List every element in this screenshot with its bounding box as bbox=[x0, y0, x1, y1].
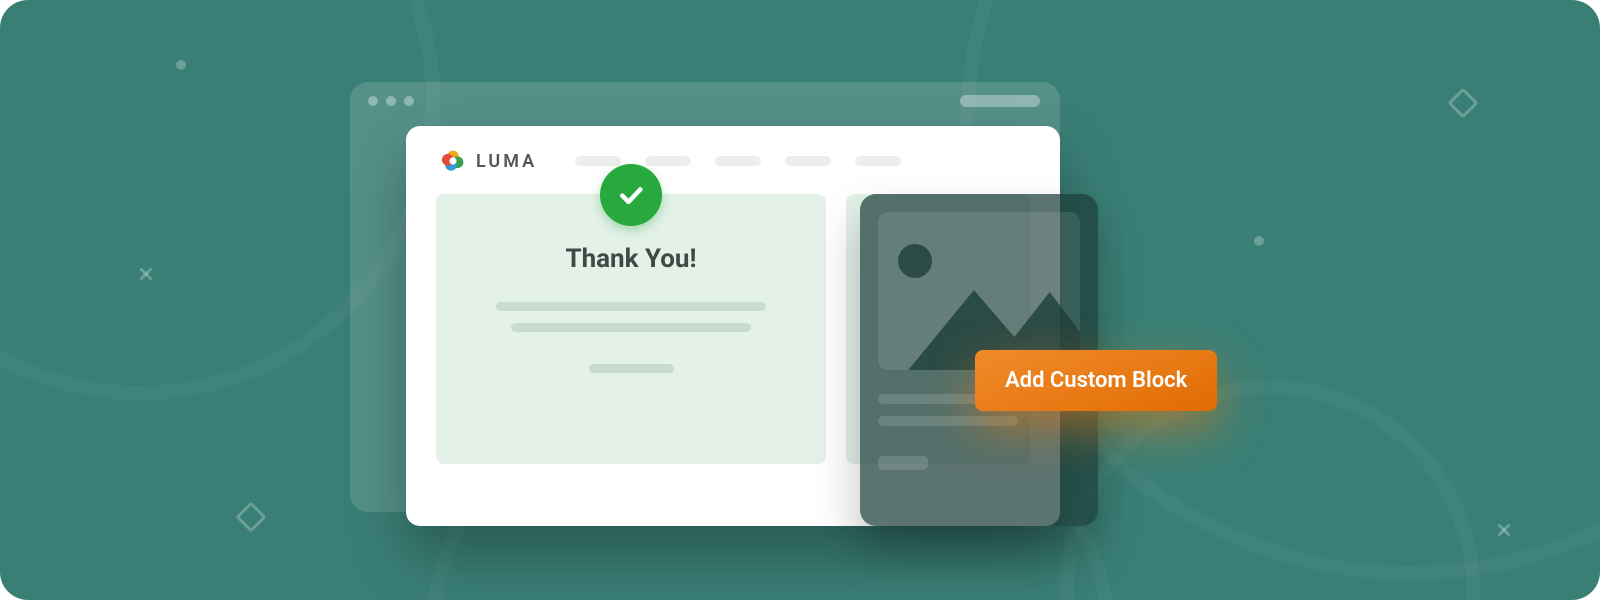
window-dot-icon bbox=[386, 96, 396, 106]
brand-name: LUMA bbox=[476, 151, 537, 172]
address-bar-stub bbox=[960, 95, 1040, 107]
text-line-stub bbox=[878, 456, 928, 470]
hero-illustration: LUMA Thank You! bbox=[0, 0, 1600, 600]
success-badge bbox=[600, 164, 662, 226]
text-line-stub bbox=[589, 364, 674, 373]
text-line-stub bbox=[878, 416, 1018, 426]
window-dot-icon bbox=[368, 96, 378, 106]
image-placeholder bbox=[878, 212, 1080, 370]
luma-logo-icon bbox=[440, 148, 466, 174]
text-line-stub bbox=[496, 302, 766, 311]
x-icon bbox=[1496, 522, 1512, 538]
diamond-icon bbox=[235, 501, 266, 532]
luma-logo: LUMA bbox=[440, 148, 537, 174]
check-icon bbox=[616, 180, 646, 210]
nav-item-stub bbox=[855, 156, 901, 166]
nav-item-stub bbox=[645, 156, 691, 166]
text-placeholder bbox=[436, 302, 826, 373]
window-dot-icon bbox=[404, 96, 414, 106]
nav-item-stub bbox=[575, 156, 621, 166]
x-icon bbox=[138, 266, 154, 282]
nav-item-stub bbox=[715, 156, 761, 166]
text-line-stub bbox=[511, 323, 751, 332]
confirmation-title: Thank You! bbox=[436, 244, 826, 274]
dot-icon bbox=[176, 60, 186, 70]
window-controls bbox=[368, 96, 414, 106]
nav-item-stub bbox=[785, 156, 831, 166]
add-custom-block-button[interactable]: Add Custom Block bbox=[975, 350, 1217, 411]
dot-icon bbox=[1254, 236, 1264, 246]
confirmation-panel: Thank You! bbox=[436, 194, 826, 464]
image-mountain-icon bbox=[878, 212, 1080, 370]
